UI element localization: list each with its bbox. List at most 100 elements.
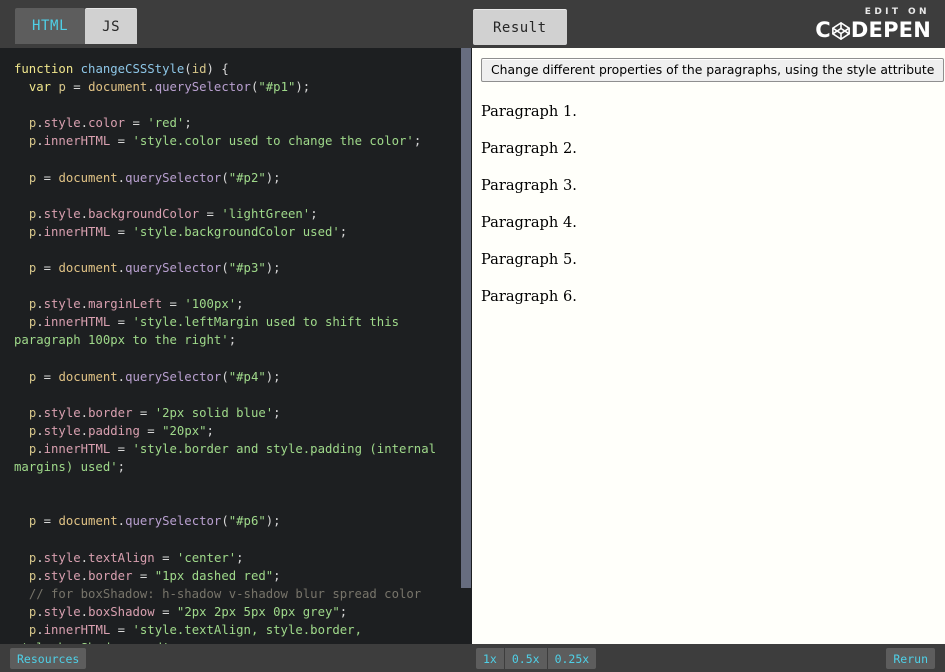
code-token: querySelector — [125, 369, 222, 384]
editor-scrollbar-thumb[interactable] — [461, 48, 471, 588]
tab-html[interactable]: HTML — [15, 8, 86, 44]
code-token: "#p3" — [228, 261, 266, 276]
code-token: style — [43, 550, 81, 565]
code-token: ; — [228, 333, 237, 348]
code-line: p.style.boxShadow = "2px 2px 5px 0px gre… — [14, 605, 347, 619]
code-token: . — [36, 134, 44, 149]
codepen-wordmark-right: DEPEN — [850, 18, 931, 42]
rerun-button[interactable]: Rerun — [886, 648, 935, 669]
code-token: document — [58, 261, 118, 276]
codepen-brand[interactable]: EDIT ON C DEPEN — [815, 6, 931, 42]
code-token: "#p1" — [258, 80, 296, 95]
code-token: . — [117, 369, 126, 384]
code-token: = — [65, 80, 89, 95]
code-token: function — [14, 62, 74, 76]
code-token: = — [139, 423, 163, 438]
code-token: . — [36, 116, 44, 131]
code-token: = — [110, 441, 133, 456]
code-token: "#p6" — [228, 514, 266, 529]
code-line: p.style.border = '2px solid blue'; — [14, 406, 281, 420]
code-content[interactable]: function changeCSSStyle(id) { var p = do… — [0, 48, 460, 644]
code-token: ; — [310, 206, 318, 221]
code-token: ); — [265, 170, 281, 185]
code-token: color — [88, 116, 126, 131]
code-token: . — [147, 80, 155, 95]
codepen-embed: HTML JS Result EDIT ON C DEPEN function … — [0, 0, 945, 672]
code-line: p.innerHTML = 'style.textAlign, style.bo… — [14, 623, 369, 644]
code-token: document — [58, 514, 118, 529]
code-token: = — [110, 315, 133, 330]
code-line: p.style.textAlign = 'center'; — [14, 551, 244, 565]
code-token: 'style.color used to change the color' — [132, 134, 414, 149]
code-line: p.style.marginLeft = '100px'; — [14, 297, 244, 311]
code-token: "20px" — [162, 423, 207, 438]
code-line: p.style.backgroundColor = 'lightGreen'; — [14, 207, 318, 221]
code-token: . — [80, 550, 89, 565]
code-token: "#p2" — [228, 170, 266, 185]
resources-button-label: Resources — [17, 651, 80, 666]
code-token: innerHTML — [43, 315, 111, 330]
code-token: = — [154, 604, 177, 619]
result-paragraph-list: Paragraph 1. Paragraph 2. Paragraph 3. Para… — [481, 103, 935, 305]
code-editor-pane[interactable]: function changeCSSStyle(id) { var p = do… — [0, 48, 472, 644]
code-token: document — [88, 80, 148, 95]
code-token: '100px' — [184, 297, 237, 312]
result-paragraph: Paragraph 4. — [481, 214, 577, 231]
editor-scrollbar-track[interactable] — [460, 48, 472, 644]
result-document-body: Change different properties of the parag… — [472, 48, 945, 305]
result-paragraph: Paragraph 5. — [481, 251, 577, 268]
code-token: . — [36, 441, 44, 456]
tab-result[interactable]: Result — [473, 9, 567, 45]
code-line: p.style.padding = "20px"; — [14, 424, 214, 438]
code-token: = — [36, 170, 59, 185]
code-line: p.style.border = "1px dashed red"; — [14, 569, 281, 583]
code-token: 'style.backgroundColor used' — [132, 224, 340, 239]
top-toolbar: HTML JS Result EDIT ON C DEPEN — [0, 0, 945, 52]
code-token: innerHTML — [43, 622, 111, 637]
code-token: ; — [184, 116, 192, 131]
code-token: "#p4" — [228, 369, 266, 384]
code-token: . — [36, 604, 44, 619]
result-paragraph: Paragraph 2. — [481, 140, 577, 157]
speed-button-group: 1x 0.5x 0.25x — [476, 648, 597, 669]
code-token: ; — [236, 297, 244, 312]
change-properties-button[interactable]: Change different properties of the parag… — [481, 58, 945, 82]
code-token: ); — [265, 369, 281, 384]
tab-js[interactable]: JS — [85, 8, 138, 44]
speed-option-1x[interactable]: 1x — [476, 648, 505, 669]
code-token: = — [110, 134, 133, 149]
code-token: id — [191, 62, 207, 76]
code-token: = — [154, 550, 177, 565]
code-token: . — [36, 550, 44, 565]
code-token: . — [80, 568, 89, 583]
code-token: ; — [413, 134, 422, 149]
code-token: = — [199, 206, 222, 221]
code-token: padding — [88, 423, 140, 438]
speed-option-0-5x[interactable]: 0.5x — [505, 648, 548, 669]
code-token: "1px dashed red" — [154, 568, 274, 583]
code-token: style — [43, 423, 81, 438]
speed-option-0-25x[interactable]: 0.25x — [548, 648, 597, 669]
bottom-toolbar: Resources 1x 0.5x 0.25x Rerun — [0, 644, 945, 672]
result-paragraph: Paragraph 1. — [481, 103, 577, 120]
code-token: style — [43, 297, 81, 312]
result-paragraph: Paragraph 6. — [481, 288, 577, 305]
code-line: function changeCSSStyle(id) { — [14, 62, 229, 76]
code-token: ) { — [206, 62, 229, 76]
code-token: = — [110, 622, 133, 637]
code-token: 'red' — [147, 116, 185, 131]
resources-button[interactable]: Resources — [10, 648, 87, 669]
code-token: ); — [265, 261, 281, 276]
